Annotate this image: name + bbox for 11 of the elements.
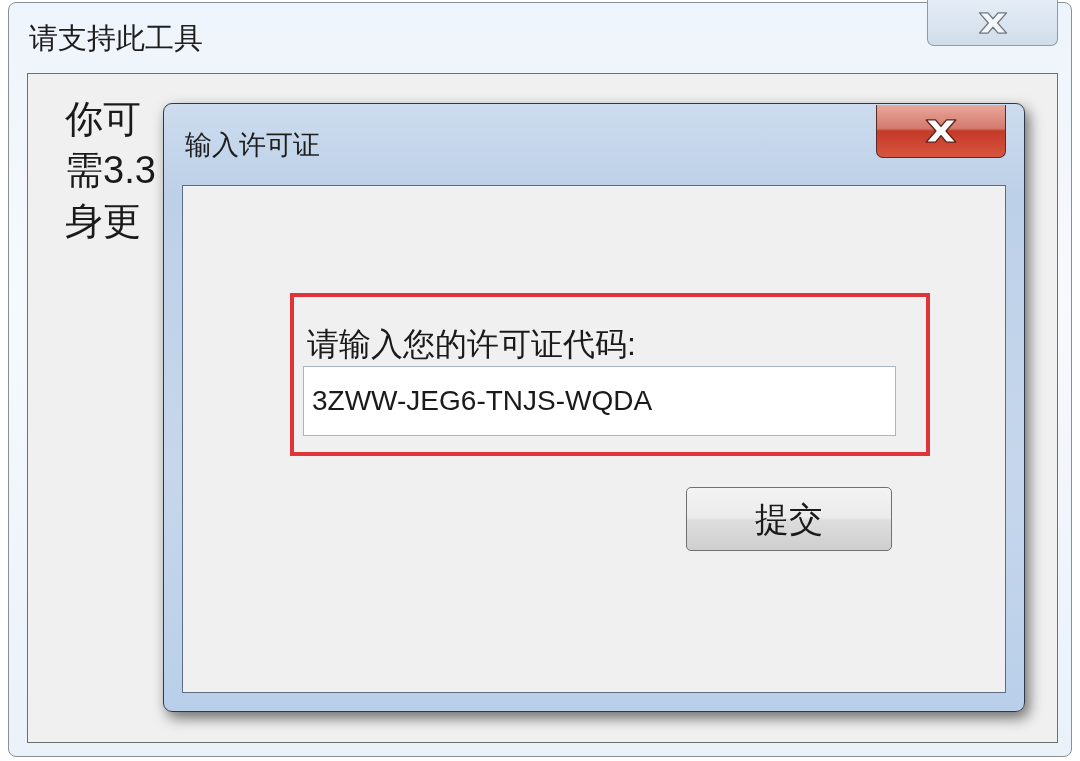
- close-icon: [925, 119, 957, 143]
- submit-button[interactable]: 提交: [686, 487, 892, 551]
- message-text: 身更: [65, 199, 141, 244]
- message-text: 需3.3: [65, 148, 156, 193]
- message-text: 你可: [65, 97, 141, 142]
- license-code-field[interactable]: 3ZWW-JEG6-TNJS-WQDA: [303, 366, 896, 436]
- close-icon: [977, 11, 1008, 34]
- field-label: 请输入您的许可证代码:: [306, 325, 636, 364]
- close-button[interactable]: [876, 105, 1006, 158]
- dialog-title: 输入许可证: [185, 128, 320, 161]
- window-title: 请支持此工具: [29, 21, 203, 55]
